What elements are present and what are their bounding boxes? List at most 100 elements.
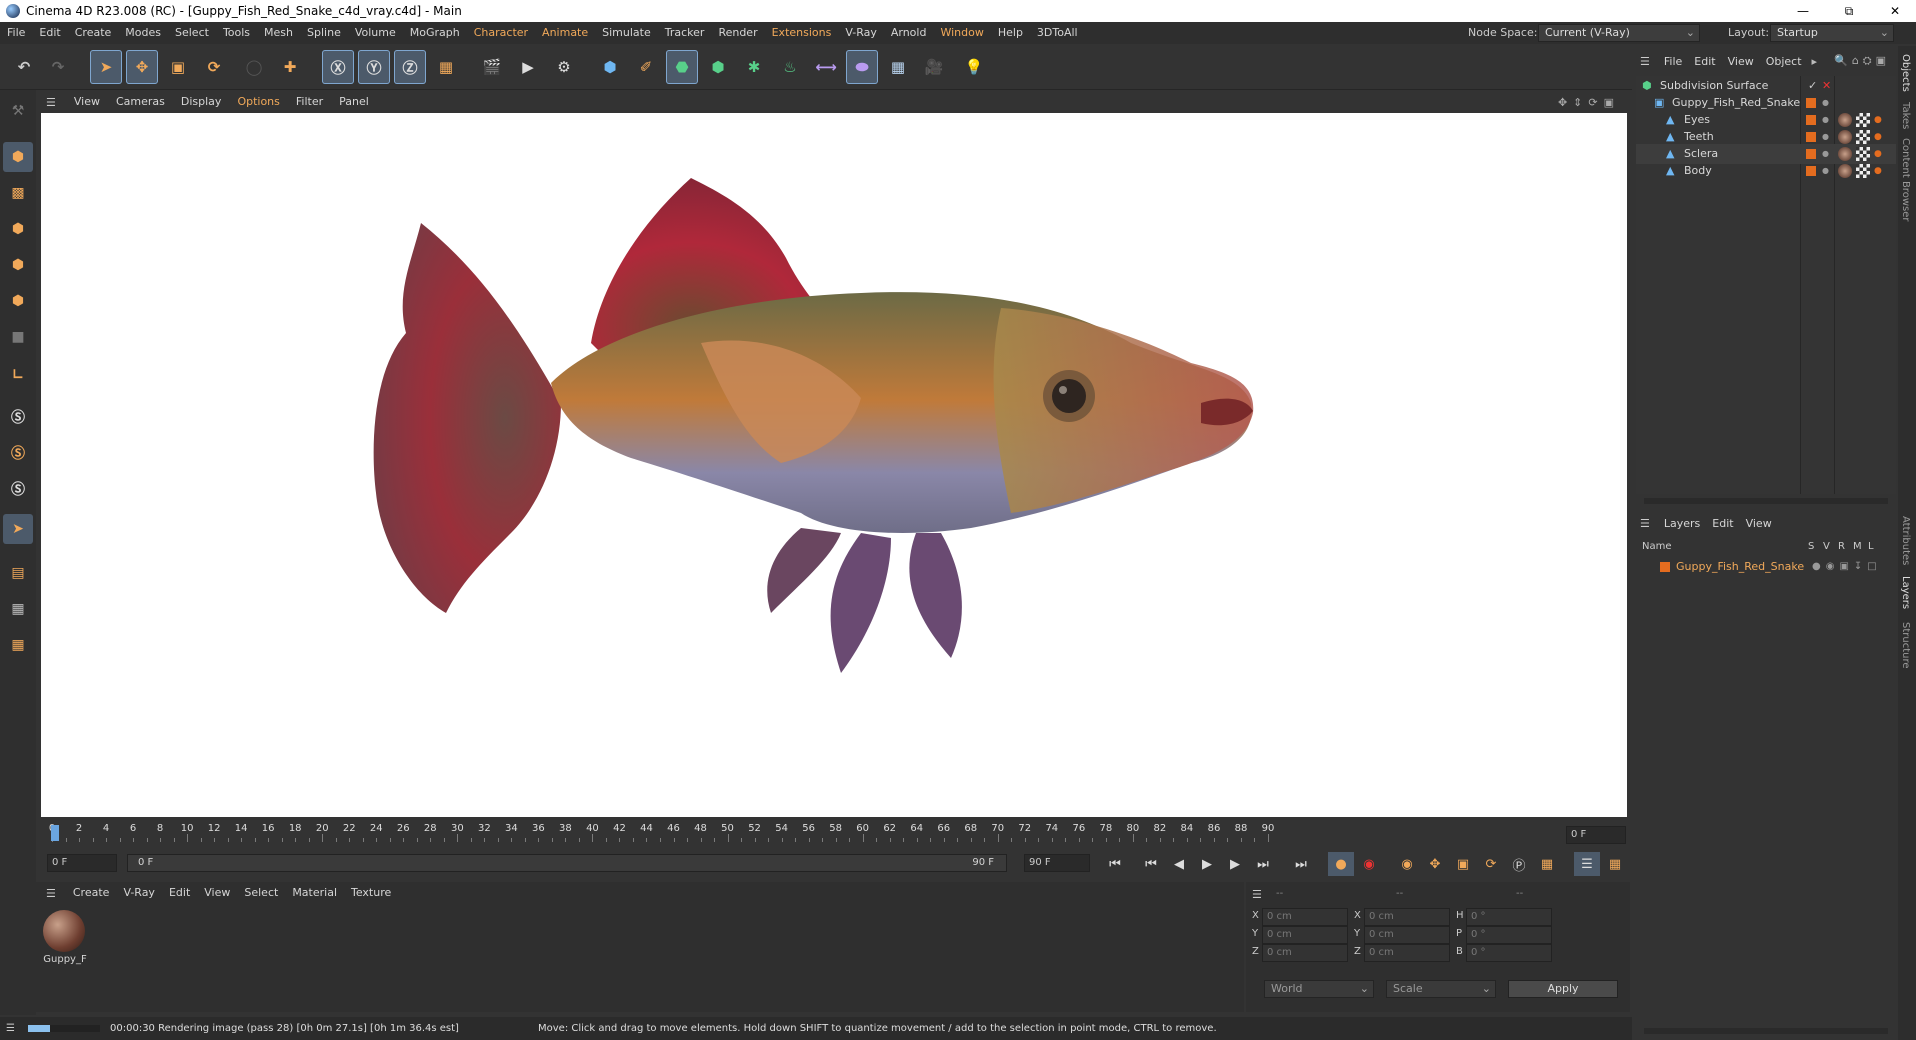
menu-animate[interactable]: Animate (535, 22, 595, 44)
world-dropdown[interactable]: World ⌄ (1264, 980, 1374, 998)
rotate-icon[interactable]: ⟳ (198, 50, 230, 84)
extrude-icon[interactable]: ⬢ (702, 50, 734, 84)
side-tab-content-browser[interactable]: Content Browser (1900, 138, 1911, 221)
status-menu-icon[interactable]: ☰ (6, 1017, 15, 1040)
layer-color-swatch[interactable] (1660, 562, 1670, 572)
layer-menu-layers[interactable]: Layers (1658, 517, 1706, 530)
hamburger-icon[interactable]: ☰ (36, 96, 66, 109)
layer-swatch[interactable] (1806, 115, 1816, 125)
viewport-menu-filter[interactable]: Filter (288, 91, 331, 113)
hamburger-icon[interactable]: ☰ (1252, 888, 1262, 901)
side-tab-takes[interactable]: Takes (1900, 102, 1911, 129)
mograph-icon[interactable]: ♨ (774, 50, 806, 84)
axis-mode-icon[interactable]: ∟ (3, 360, 33, 390)
go-to-start-icon[interactable]: ⏮ (1102, 852, 1128, 876)
object-row[interactable]: ▲ Body ● ● (1636, 161, 1896, 181)
render-to-picture-viewer-icon[interactable]: ▶ (512, 50, 544, 84)
menu-mograph[interactable]: MoGraph (403, 22, 467, 44)
menu-spline[interactable]: Spline (300, 22, 348, 44)
scale-icon[interactable]: ▣ (162, 50, 194, 84)
menu-tracker[interactable]: Tracker (658, 22, 712, 44)
layout-dropdown[interactable]: Startup ⌄ (1770, 24, 1894, 42)
menu-extensions[interactable]: Extensions (765, 22, 839, 44)
texture-mode-icon[interactable]: ▩ (3, 178, 33, 208)
select-live-icon[interactable]: ➤ (90, 50, 122, 84)
previous-frame-icon[interactable]: ◀ (1166, 852, 1192, 876)
play-icon[interactable]: ▶ (1194, 852, 1220, 876)
material-tag-icon[interactable] (1838, 147, 1852, 161)
uv-tag-icon[interactable] (1856, 147, 1870, 161)
layer-menu-view[interactable]: View (1740, 517, 1778, 530)
subdivision-icon[interactable]: ⬣ (666, 50, 698, 84)
coord-value-field[interactable]: 0 cm (1364, 944, 1450, 962)
workplane-icon[interactable]: ▤ (3, 558, 33, 588)
minimize-button[interactable]: — (1780, 0, 1826, 22)
solo-single-icon[interactable]: Ⓢ (3, 438, 33, 468)
object-toolbar-icons[interactable]: 🔍⌂⛭▣ (1834, 54, 1890, 68)
menu-arnold[interactable]: Arnold (884, 22, 934, 44)
render-settings-icon[interactable]: ⚙ (548, 50, 580, 84)
z-axis-lock-icon[interactable]: Ⓩ (394, 50, 426, 84)
material-menu-material[interactable]: Material (285, 882, 344, 904)
key-parameter-icon[interactable]: Ⓟ (1506, 852, 1532, 876)
layer-swatch[interactable] (1806, 149, 1816, 159)
coord-value-field[interactable]: 0 ° (1466, 908, 1552, 926)
side-tab-structure[interactable]: Structure (1900, 622, 1911, 669)
hamburger-icon[interactable]: ☰ (36, 887, 66, 900)
object-menu-edit[interactable]: Edit (1688, 55, 1721, 68)
uv-tag-icon[interactable] (1856, 113, 1870, 127)
3d-viewport[interactable] (41, 113, 1627, 817)
coord-value-field[interactable]: 0 cm (1364, 908, 1450, 926)
x-axis-lock-icon[interactable]: Ⓧ (322, 50, 354, 84)
menu-volume[interactable]: Volume (348, 22, 403, 44)
key-rotation-icon[interactable]: ⟳ (1478, 852, 1504, 876)
menu-simulate[interactable]: Simulate (595, 22, 658, 44)
layer-menu-edit[interactable]: Edit (1706, 517, 1739, 530)
crosshair-icon[interactable]: ✚ (274, 50, 306, 84)
recent-tool-icon[interactable]: ◯ (238, 50, 270, 84)
material-tag-icon[interactable] (1838, 164, 1852, 178)
side-tab-layers[interactable]: Layers (1900, 576, 1911, 609)
menu-help[interactable]: Help (991, 22, 1030, 44)
material-menu-select[interactable]: Select (237, 882, 285, 904)
menu-edit[interactable]: Edit (32, 22, 67, 44)
polygons-mode-icon[interactable]: ⬢ (3, 286, 33, 316)
camera-icon[interactable]: 🎥 (918, 50, 950, 84)
cube-icon[interactable]: ⬢ (594, 50, 626, 84)
solo-icon[interactable]: Ⓢ (3, 402, 33, 432)
viewport-nav-icons[interactable]: ✥⇕⟳▣ (1558, 96, 1620, 109)
coord-value-field[interactable]: 0 ° (1466, 926, 1552, 944)
material-thumbnail[interactable] (43, 910, 85, 952)
next-frame-icon[interactable]: ▶ (1222, 852, 1248, 876)
frame-range-slider[interactable]: 0 F 90 F (127, 854, 1007, 872)
coord-value-field[interactable]: 0 cm (1364, 926, 1450, 944)
auto-key-icon[interactable]: ◉ (1356, 852, 1382, 876)
uv-mode-icon[interactable]: ■ (3, 322, 33, 352)
record-keys-icon[interactable]: ● (1328, 852, 1354, 876)
solo-hierarchy-icon[interactable]: Ⓢ (3, 474, 33, 504)
apply-button[interactable]: Apply (1508, 980, 1618, 998)
end-frame-field[interactable]: 90 F (1024, 854, 1090, 872)
previous-key-icon[interactable]: ⏮ (1138, 852, 1164, 876)
material-tag-icon[interactable] (1838, 130, 1852, 144)
render-view-icon[interactable]: 🎬 (476, 50, 508, 84)
menu-create[interactable]: Create (68, 22, 119, 44)
coord-value-field[interactable]: 0 cm (1262, 908, 1348, 926)
locked-workplane-icon[interactable]: ▦ (3, 630, 33, 660)
material-menu-view[interactable]: View (197, 882, 237, 904)
material-menu-v-ray[interactable]: V-Ray (116, 882, 162, 904)
hamburger-icon[interactable]: ☰ (1632, 55, 1658, 68)
close-button[interactable]: ✕ (1872, 0, 1916, 22)
next-key-icon[interactable]: ⏭ (1250, 852, 1276, 876)
coord-value-field[interactable]: 0 cm (1262, 926, 1348, 944)
material-menu-edit[interactable]: Edit (162, 882, 197, 904)
side-tab-objects[interactable]: Objects (1900, 54, 1911, 92)
undo-icon[interactable]: ↶ (8, 50, 40, 84)
y-axis-lock-icon[interactable]: Ⓨ (358, 50, 390, 84)
object-menu-view[interactable]: View (1722, 55, 1760, 68)
viewport-menu-panel[interactable]: Panel (331, 91, 377, 113)
key-position-icon[interactable]: ✥ (1422, 852, 1448, 876)
timeline-window-icon[interactable]: ☰ (1574, 852, 1600, 876)
side-tab-attributes[interactable]: Attributes (1900, 516, 1911, 565)
vray-tag-icon[interactable]: ● (1874, 161, 1882, 181)
